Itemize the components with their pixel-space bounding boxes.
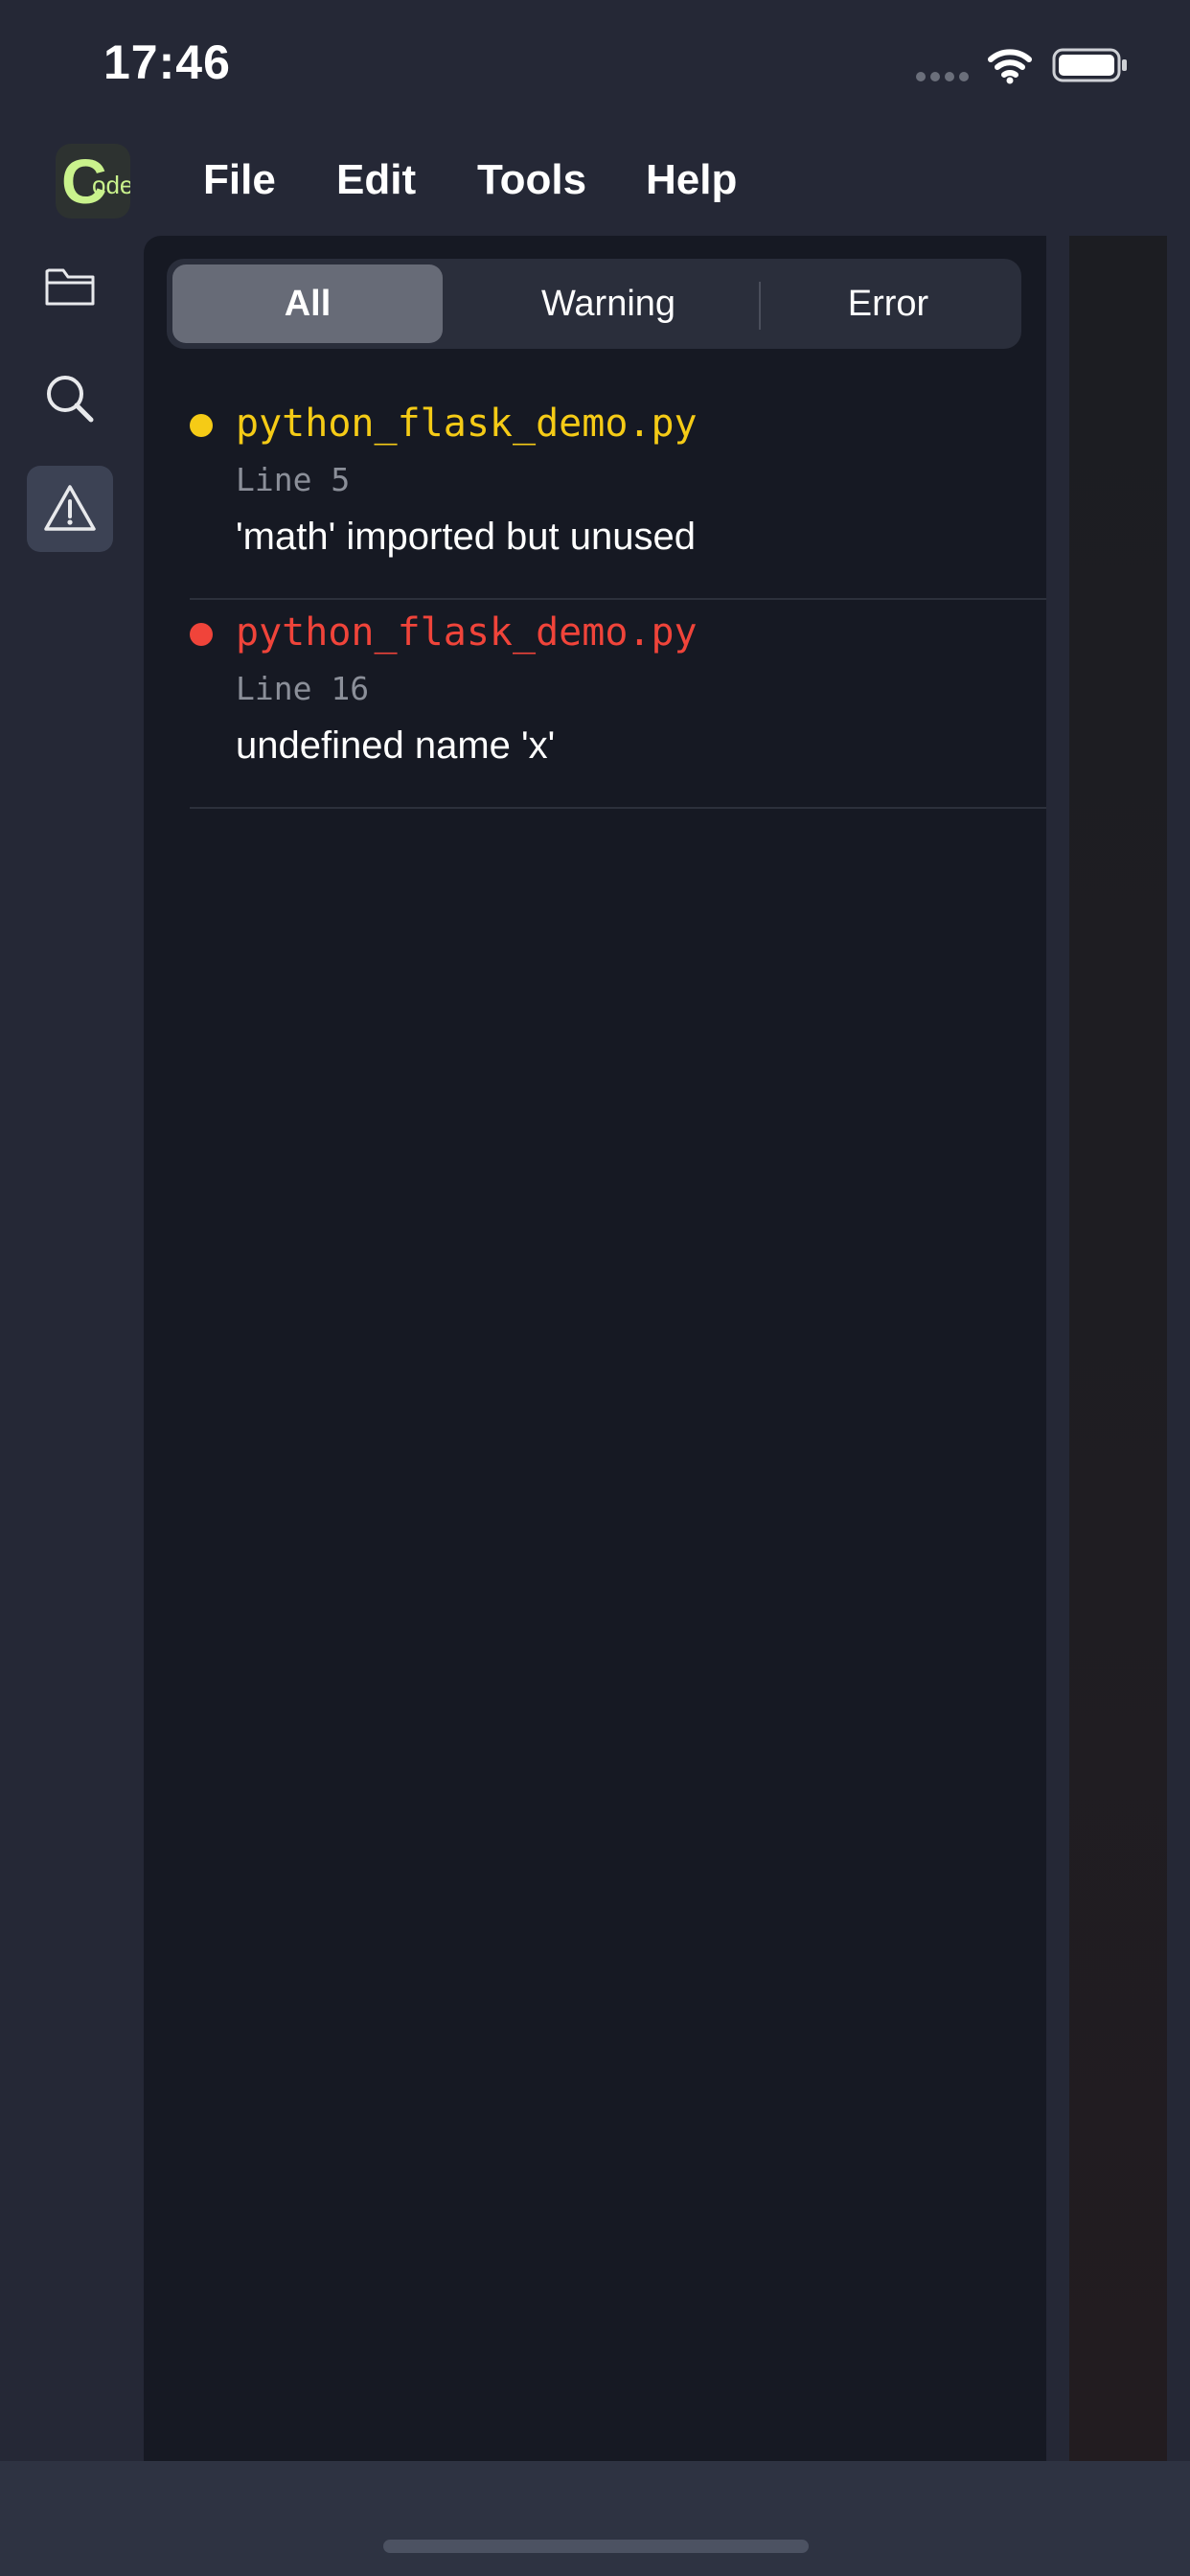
cellular-signal-icon (916, 72, 969, 81)
app-logo: C ode (56, 144, 130, 218)
status-bar: 17:46 (0, 0, 1190, 125)
problem-item-warning[interactable]: python_flask_demo.py Line 5 'math' impor… (190, 389, 1046, 600)
wifi-icon (988, 49, 1032, 84)
problems-panel: All Warning Error python_flask_demo.py L… (144, 236, 1046, 2461)
problem-file: python_flask_demo.py (236, 610, 698, 655)
logo-suffix: ode (92, 171, 130, 199)
folder-icon (45, 268, 95, 306)
menu-file[interactable]: File (203, 151, 276, 209)
problem-line: Line 16 (236, 670, 370, 707)
filter-all-tab[interactable]: All (172, 264, 443, 343)
status-time: 17:46 (103, 35, 231, 89)
problem-item-error[interactable]: python_flask_demo.py Line 16 undefined n… (190, 598, 1046, 809)
home-indicator[interactable] (383, 2540, 809, 2553)
battery-icon (1052, 48, 1127, 82)
warning-dot-icon (190, 414, 213, 437)
severity-filter: All Warning Error (167, 259, 1021, 349)
filter-warning-tab[interactable]: Warning (473, 264, 744, 343)
error-dot-icon (190, 623, 213, 646)
sidebar-search-button[interactable] (27, 356, 113, 442)
menu-help[interactable]: Help (646, 151, 737, 209)
bottom-bar (0, 2461, 1190, 2576)
menu-tools[interactable]: Tools (477, 151, 586, 209)
app-screen: 17:46 C ode File Edit Tools Help All War… (0, 0, 1190, 2576)
sidebar-explorer-button[interactable] (27, 243, 113, 330)
filter-error-tab[interactable]: Error (761, 264, 1016, 343)
problem-file: python_flask_demo.py (236, 402, 698, 446)
problem-message: undefined name 'x' (236, 724, 556, 767)
search-icon (47, 376, 94, 423)
problem-line: Line 5 (236, 461, 351, 498)
sidebar-problems-button[interactable] (27, 466, 113, 552)
menu-edit[interactable]: Edit (336, 151, 416, 209)
problem-message: 'math' imported but unused (236, 516, 696, 558)
editor-pane[interactable] (1069, 236, 1167, 2461)
warning-icon (44, 485, 96, 531)
